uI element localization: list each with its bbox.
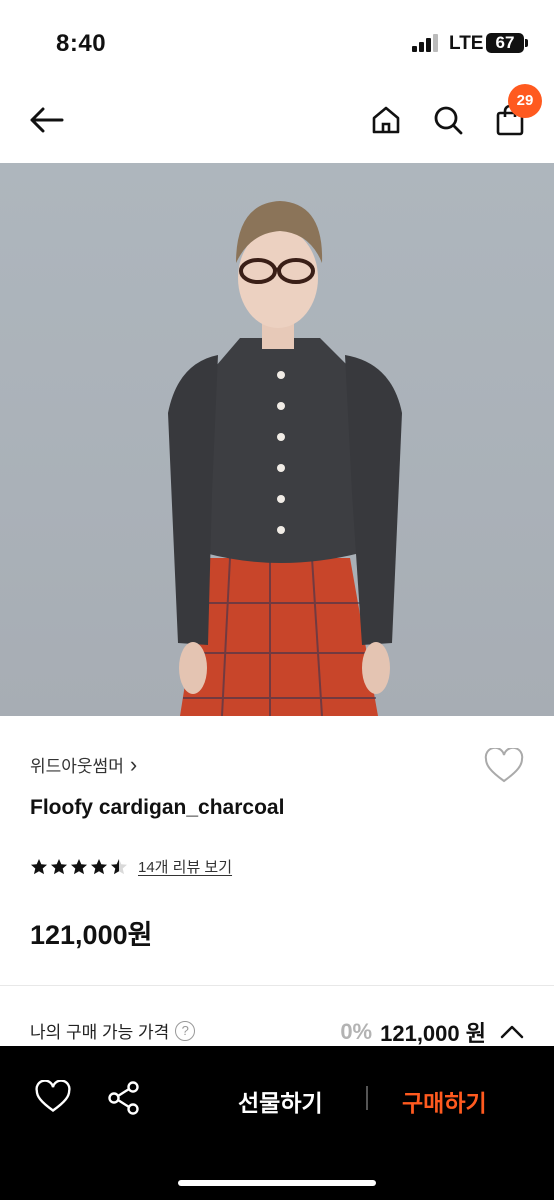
buy-button[interactable]: 구매하기 [402,1084,487,1118]
battery-icon: 67 [486,33,524,53]
arrow-left-icon [30,107,64,133]
product-price: 121,000원 [30,920,153,950]
home-icon [372,106,400,134]
status-time: 8:40 [56,30,107,57]
help-icon[interactable]: ? [175,1020,196,1041]
star-icon [51,858,67,874]
back-button[interactable] [26,100,66,140]
star-icon [91,858,107,874]
network-type: LTE [449,33,484,54]
battery-cap [525,39,528,47]
bottom-action-bar: 선물하기 구매하기 [0,1046,554,1200]
search-button[interactable] [428,100,468,140]
discount-rate: 0% [340,1019,373,1044]
chevron-right-icon: › [129,752,138,777]
my-price-value: 121,000 원 [380,1021,486,1046]
my-price-label-group: 나의 구매 가능 가격 ? [30,1018,196,1043]
top-nav-bar [0,82,554,162]
product-name: Floofy cardigan_charcoal [30,796,285,819]
status-bar: 8:40 LTE 67 [0,0,554,80]
share-button[interactable] [106,1080,142,1116]
button-separator [366,1086,368,1110]
my-price-toggle[interactable]: 0% 121,000 원 [340,1016,524,1048]
star-icon [31,858,47,874]
star-rating [30,858,128,876]
home-button[interactable] [366,100,406,140]
chevron-up-icon [500,1025,524,1039]
brand-link[interactable]: 위드아웃썸머 › [30,752,137,777]
home-indicator [178,1180,376,1186]
wishlist-button[interactable] [484,746,524,784]
brand-name: 위드아웃썸머 [30,757,124,776]
review-link[interactable]: 14개 리뷰 보기 [138,856,232,877]
cart-count-badge: 29 [508,84,542,118]
rating-row: 14개 리뷰 보기 [30,856,232,877]
section-divider [0,985,554,986]
product-photo-model [168,201,402,716]
share-icon [108,1081,139,1115]
heart-icon [35,1079,71,1112]
like-button[interactable] [35,1079,71,1116]
gift-button[interactable]: 선물하기 [238,1084,323,1118]
heart-outline-icon [484,746,524,783]
signal-icon [412,34,440,52]
star-icon [71,858,87,874]
star-icon [111,858,127,874]
my-price-label: 나의 구매 가능 가격 [30,1023,170,1042]
product-image[interactable] [0,163,554,716]
search-icon [434,106,463,135]
